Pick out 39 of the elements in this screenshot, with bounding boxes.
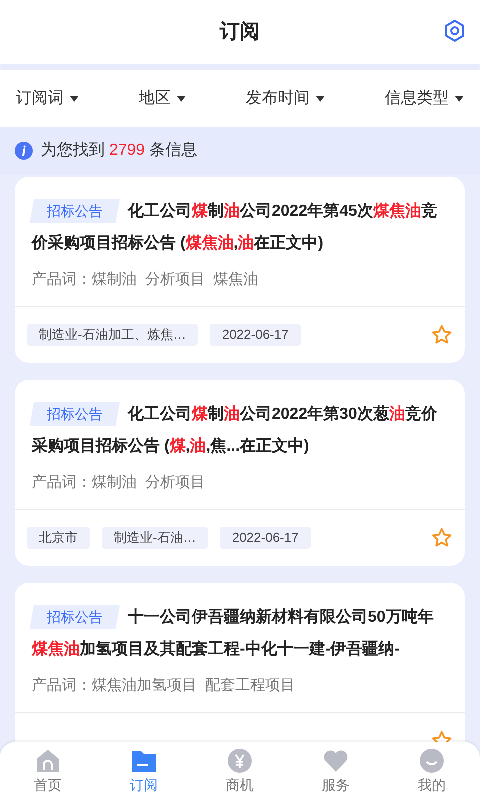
caret-icon (316, 96, 325, 102)
tab-item[interactable]: 商机 (210, 746, 270, 796)
result-count-text: 为您找到 2799 条信息 (41, 140, 198, 161)
filter-dropdown[interactable]: 地区 (139, 86, 186, 110)
filter-dropdown[interactable]: 信息类型 (385, 86, 464, 110)
star-icon[interactable] (431, 324, 453, 346)
star-icon[interactable] (431, 527, 453, 549)
notice-card[interactable]: 招标公告 十一公司伊吾疆纳新材料有限公司50万吨年 煤焦油加氢项目及其配套工程-中化十一建-伊吾疆纳- 产品词：煤焦油加氢项目 配套工程项目 (15, 583, 465, 742)
info-icon (15, 142, 33, 160)
settings-icon (443, 19, 467, 43)
settings-button[interactable] (443, 19, 467, 43)
tab-item[interactable]: 首页 (18, 746, 78, 796)
info-tag: 制造业-石油加工、炼焦… (27, 324, 198, 346)
info-tag: 2022-06-17 (220, 527, 311, 549)
notice-card[interactable]: 招标公告 化工公司煤制油公司2022年第30次葱油竞价采购项目招标公告 (煤,油,焦...在正文中) 产品词：煤制油 分析项目 北京市 制造业-石油… 2022-06-17 (15, 380, 465, 566)
tab-item[interactable]: 我的 (402, 746, 462, 796)
notice-card[interactable]: 招标公告 化工公司煤制油公司2022年第45次煤焦油竞价采购项目招标公告 (煤焦油,油在正文中) 产品词：煤制油 分析项目 煤焦油 制造业-石油加工、炼焦… 2022-06-17 (15, 177, 465, 363)
filter-dropdown[interactable]: 发布时间 (246, 86, 325, 110)
info-tag: 制造业-石油… (102, 527, 208, 549)
smile-icon (418, 746, 446, 774)
notice-title: 招标公告 化工公司煤制油公司2022年第45次煤焦油竞价采购项目招标公告 (煤焦油,油在正文中) (32, 196, 448, 260)
caret-icon (455, 96, 464, 102)
tab-item[interactable]: 订阅 (114, 746, 174, 796)
category-badge: 招标公告 (30, 199, 120, 223)
notice-title: 招标公告 十一公司伊吾疆纳新材料有限公司50万吨年 煤焦油加氢项目及其配套工程-中化十一建-伊吾疆纳- (32, 602, 448, 666)
info-tag: 2022-06-17 (210, 324, 301, 346)
info-tag: 北京市 (27, 527, 90, 549)
product-keywords: 产品词：煤焦油加氢项目 配套工程项目 (32, 676, 296, 696)
notice-title: 招标公告 化工公司煤制油公司2022年第30次葱油竞价采购项目招标公告 (煤,油,焦...在正文中) (32, 399, 448, 463)
category-badge: 招标公告 (30, 402, 120, 426)
product-keywords: 产品词：煤制油 分析项目 (32, 473, 206, 493)
category-badge: 招标公告 (30, 605, 120, 629)
tab-item[interactable]: 服务 (306, 746, 366, 796)
caret-icon (70, 96, 79, 102)
page-title: 订阅 (220, 20, 260, 45)
yen-icon (226, 746, 254, 774)
caret-icon (177, 96, 186, 102)
product-keywords: 产品词：煤制油 分析项目 煤焦油 (32, 270, 260, 290)
filter-dropdown[interactable]: 订阅词 (16, 86, 79, 110)
